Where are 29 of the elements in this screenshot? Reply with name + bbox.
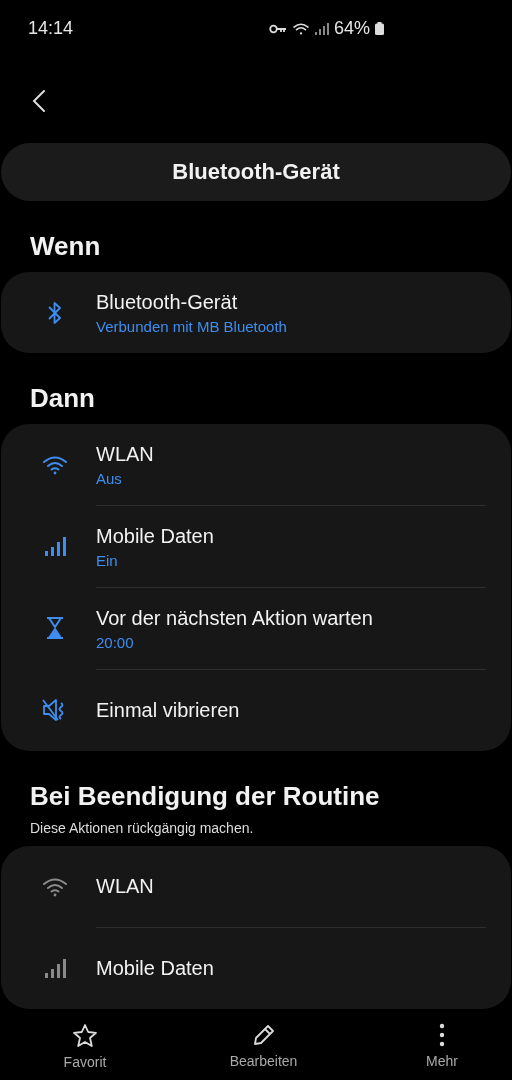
- status-time: 14:14: [28, 18, 74, 40]
- item-title[interactable]: Vor der nächsten Aktion warten: [96, 606, 373, 630]
- battery-percentage: 64%: [333, 18, 370, 40]
- battery-icon: [375, 22, 384, 36]
- wifi-status-icon: [291, 22, 310, 36]
- pencil-icon: [251, 1023, 276, 1047]
- more-icon: [439, 1023, 445, 1047]
- nav-button[interactable]: Bearbeiten: [218, 1023, 309, 1070]
- item-title[interactable]: Bluetooth-Gerät: [96, 290, 238, 314]
- item-title[interactable]: WLAN: [96, 875, 154, 898]
- item-title[interactable]: Mobile Daten: [96, 957, 214, 980]
- section-description: Diese Aktionen rückgängig machen.: [30, 820, 255, 836]
- item-subtitle: 20:00: [96, 633, 134, 651]
- item-subtitle: Aus: [96, 469, 122, 487]
- section-heading: Dann: [30, 383, 96, 414]
- section-heading: Wenn: [30, 231, 102, 262]
- section-heading: Bei Beendigung der Routine: [30, 781, 381, 812]
- key-icon: [268, 24, 287, 34]
- item-subtitle: Ein: [96, 551, 118, 569]
- item-subtitle: Verbunden mit MB Bluetooth: [96, 317, 287, 335]
- routine-title[interactable]: Bluetooth-Gerät: [1, 143, 511, 201]
- item-title[interactable]: Mobile Daten: [96, 524, 214, 548]
- item-title[interactable]: WLAN: [96, 442, 154, 466]
- signal-status-icon: [314, 23, 329, 35]
- nav-button[interactable]: Mehr: [397, 1023, 487, 1070]
- back-button[interactable]: [32, 88, 46, 113]
- nav-button[interactable]: Favorit: [40, 1023, 130, 1070]
- star-icon: [72, 1023, 98, 1048]
- item-title[interactable]: Einmal vibrieren: [96, 699, 240, 722]
